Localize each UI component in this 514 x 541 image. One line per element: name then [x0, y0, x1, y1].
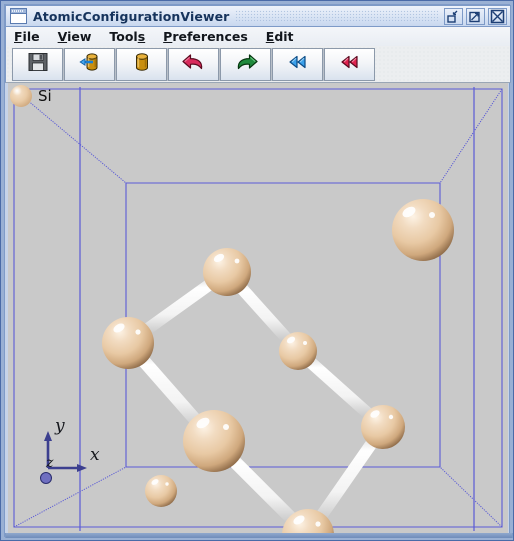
maximize-button[interactable] [466, 7, 485, 25]
double-arrow-left-red-icon [337, 52, 363, 76]
title-bar[interactable]: AtomicConfigurationViewer [5, 5, 511, 27]
redo-button[interactable] [220, 47, 271, 81]
application-window: AtomicConfigurationViewer File View Tool… [0, 0, 514, 541]
menu-bar: File View Tools Preferences Edit [5, 27, 511, 46]
menu-preferences-rest: references [172, 29, 248, 44]
atom-sphere [361, 405, 405, 449]
atomic-structure-viewport[interactable]: y x z Si [8, 83, 508, 533]
store-button[interactable] [116, 47, 167, 81]
menu-tools-mnemonic: s [137, 29, 146, 44]
atom-sphere [145, 475, 177, 507]
close-button[interactable] [488, 7, 507, 25]
step-back-button[interactable] [272, 47, 323, 81]
floppy-disk-icon [27, 51, 49, 77]
menu-view-rest: iew [67, 29, 92, 44]
rewind-button[interactable] [324, 47, 375, 81]
axis-label-x: x [90, 445, 100, 465]
menu-item-view[interactable]: View [58, 29, 92, 44]
toolbar [5, 46, 511, 83]
menu-view-mnemonic: V [57, 29, 68, 44]
menu-item-edit[interactable]: Edit [266, 29, 294, 44]
atom-sphere [183, 410, 245, 472]
database-in-icon [78, 50, 102, 78]
menu-item-tools[interactable]: Tools [109, 29, 145, 44]
axis-label-y: y [54, 416, 65, 436]
window-icon [10, 8, 27, 24]
title-bar-texture [235, 10, 438, 22]
load-button[interactable] [64, 47, 115, 81]
redo-arrow-icon [233, 52, 259, 76]
window-bottom-edge [5, 533, 513, 538]
menu-file-mnemonic: F [14, 29, 23, 44]
menu-edit-rest: dit [274, 29, 294, 44]
atom-sphere [102, 317, 154, 369]
minimize-button[interactable] [444, 7, 463, 25]
atom-sphere [203, 248, 251, 296]
window-title: AtomicConfigurationViewer [33, 8, 230, 24]
axis-indicator: y x z [40, 416, 100, 484]
double-arrow-left-blue-icon [285, 52, 311, 76]
menu-preferences-mnemonic: P [163, 29, 173, 44]
undo-button[interactable] [168, 47, 219, 81]
undo-arrow-icon [181, 52, 207, 76]
structure-canvas: y x z [13, 87, 503, 533]
menu-item-file[interactable]: File [14, 29, 40, 44]
atom-sphere [392, 199, 454, 261]
axis-label-z: z [45, 455, 54, 471]
axis-x-arrowhead [77, 464, 87, 472]
axis-y-arrowhead [44, 431, 52, 441]
database-icon [130, 50, 154, 78]
atom-sphere [279, 332, 317, 370]
save-button[interactable] [12, 47, 63, 81]
axis-z-origin [40, 472, 52, 484]
menu-item-preferences[interactable]: Preferences [163, 29, 248, 44]
menu-tools-pre: Tool [109, 29, 138, 44]
legend-atom-sphere [10, 85, 32, 107]
legend-element-symbol: Si [38, 87, 52, 105]
element-legend: Si [10, 85, 52, 107]
menu-file-rest: ile [22, 29, 40, 44]
